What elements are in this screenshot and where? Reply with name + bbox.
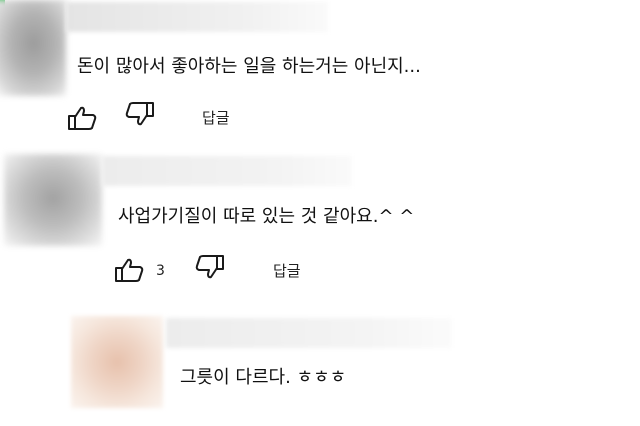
comment-text: 그릇이 다르다. ㅎㅎㅎ	[180, 367, 347, 388]
avatar[interactable]	[0, 0, 66, 96]
thumbs-up-icon[interactable]	[113, 256, 147, 284]
avatar[interactable]	[4, 154, 102, 246]
author-name-blurred[interactable]	[166, 318, 452, 348]
author-name-blurred[interactable]	[102, 156, 352, 186]
reply-button[interactable]: 답글	[202, 107, 230, 128]
author-name-blurred[interactable]	[66, 2, 328, 32]
reply-button[interactable]: 답글	[273, 260, 301, 281]
like-count: 3	[156, 263, 165, 279]
comment-text: 돈이 많아서 좋아하는 일을 하는거는 아닌지...	[77, 56, 421, 77]
avatar[interactable]	[71, 316, 163, 408]
thumbs-down-icon[interactable]	[192, 253, 226, 281]
thumbs-down-icon[interactable]	[122, 100, 156, 128]
comment-text: 사업가기질이 따로 있는 것 같아요.^ ^	[118, 206, 415, 227]
thumbs-up-icon[interactable]	[66, 104, 100, 132]
